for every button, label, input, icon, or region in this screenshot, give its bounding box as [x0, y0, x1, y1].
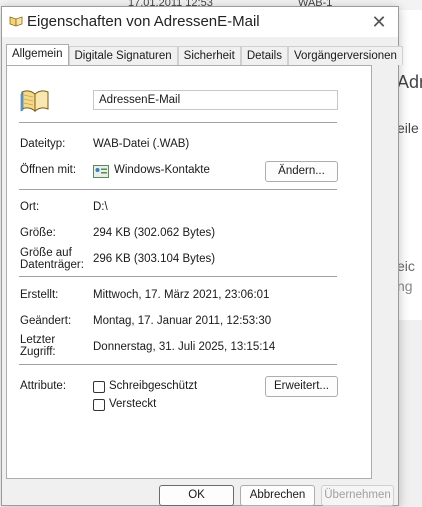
- address-book-icon: [20, 90, 49, 113]
- opens-with-label: Öffnen mit:: [20, 164, 77, 176]
- tab-bar: Allgemein Digitale Signaturen Sicherheit…: [6, 44, 403, 65]
- close-icon: ✕: [371, 12, 387, 32]
- accessed-label-line-2: Zugriff:: [20, 346, 56, 358]
- location-value: D:\: [93, 201, 108, 213]
- background-text-3: ng: [397, 278, 413, 294]
- window-title: Eigenschaften von AdressenE-Mail: [27, 13, 260, 30]
- tab-details[interactable]: Details: [240, 46, 288, 65]
- disk-size-label-line-1: Größe auf: [20, 247, 72, 259]
- modified-label: Geändert:: [20, 315, 72, 327]
- tab-general[interactable]: Allgemein: [6, 44, 69, 65]
- address-book-icon: [9, 16, 23, 27]
- divider: [19, 122, 337, 123]
- type-value: WAB-Datei (.WAB): [93, 138, 190, 150]
- background-heading-text: Adr: [397, 72, 422, 92]
- attributes-label: Attribute:: [20, 380, 67, 392]
- tab-previous-versions[interactable]: Vorgängerversionen: [287, 46, 403, 65]
- modified-value: Montag, 17. Januar 2011, 12:53:30: [93, 315, 272, 327]
- change-button[interactable]: Ändern...: [265, 161, 338, 182]
- background-text-2: eic: [397, 258, 415, 274]
- hidden-checkbox[interactable]: [93, 399, 105, 411]
- properties-dialog: Eigenschaften von AdressenE-Mail ✕ Allge…: [1, 6, 403, 506]
- accessed-label-line-1: Letzter: [20, 334, 56, 346]
- tab-security[interactable]: Sicherheit: [177, 46, 241, 65]
- size-value: 294 KB (302.062 Bytes): [93, 227, 216, 239]
- created-label: Erstellt:: [20, 289, 59, 301]
- readonly-checkbox[interactable]: [93, 381, 105, 393]
- background-text-1: eile: [397, 120, 419, 136]
- close-button[interactable]: ✕: [366, 10, 392, 34]
- title-bar[interactable]: Eigenschaften von AdressenE-Mail ✕: [2, 7, 398, 37]
- advanced-button[interactable]: Erweitert...: [265, 376, 338, 397]
- type-label: Dateityp:: [20, 138, 66, 150]
- created-value: Mittwoch, 17. März 2021, 23:06:01: [93, 289, 270, 301]
- general-tab-page: Dateityp: WAB-Datei (.WAB) Öffnen mit: W…: [6, 65, 372, 479]
- size-label: Größe:: [20, 227, 56, 239]
- tab-digital-signatures[interactable]: Digitale Signaturen: [68, 46, 178, 65]
- contacts-app-icon: [93, 165, 109, 178]
- disk-size-label-line-2: Datenträger:: [20, 259, 84, 271]
- ok-button[interactable]: OK: [159, 485, 234, 506]
- disk-size-value: 296 KB (303.104 Bytes): [93, 253, 216, 265]
- location-label: Ort:: [20, 201, 40, 213]
- file-name-field[interactable]: [93, 90, 338, 110]
- readonly-label[interactable]: Schreibgeschützt: [109, 380, 197, 392]
- hidden-label[interactable]: Versteckt: [109, 398, 156, 410]
- apply-button[interactable]: Übernehmen: [321, 485, 394, 506]
- divider: [19, 276, 337, 277]
- accessed-value: Donnerstag, 31. Juli 2025, 13:15:14: [93, 341, 276, 353]
- divider: [19, 364, 337, 365]
- opens-with-value: Windows-Kontakte: [114, 164, 210, 176]
- cancel-button[interactable]: Abbrechen: [240, 485, 315, 506]
- divider: [19, 189, 337, 190]
